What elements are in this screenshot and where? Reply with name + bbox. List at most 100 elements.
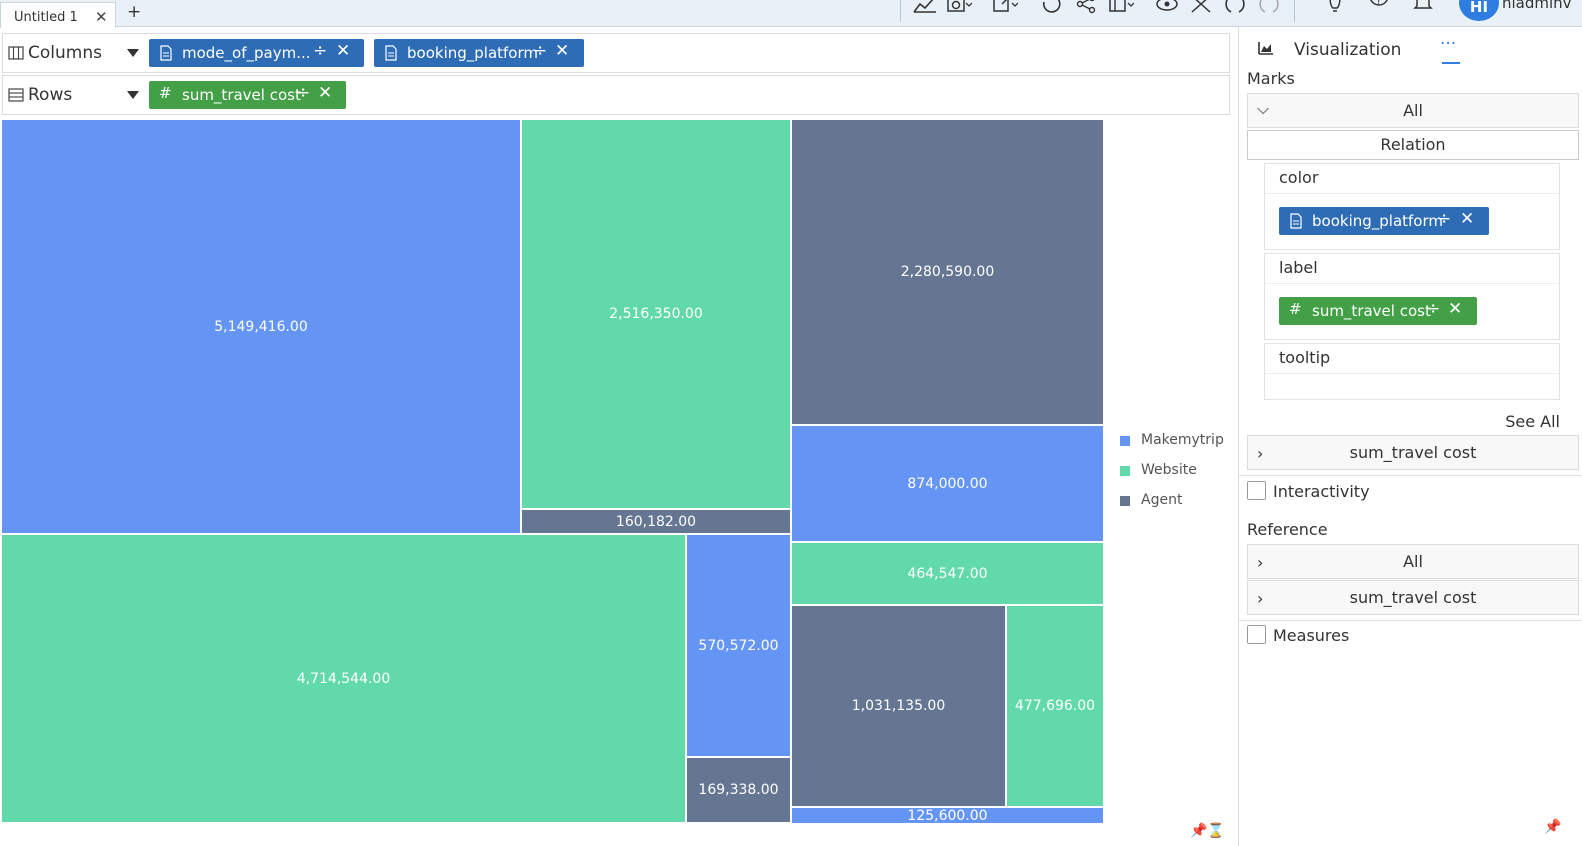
visualization-tab[interactable]: Visualization	[1294, 40, 1401, 60]
tile[interactable]: 477,696.00	[1006, 605, 1104, 807]
reference-all-label: All	[1403, 552, 1423, 571]
area-chart-icon	[1258, 42, 1273, 55]
tile[interactable]: 464,547.00	[791, 542, 1104, 605]
help-icon[interactable]: ?	[1366, 0, 1392, 14]
measures-checkbox[interactable]	[1247, 625, 1266, 644]
color-title: color	[1279, 168, 1319, 187]
remove-pill-icon[interactable]: ✕	[555, 41, 569, 61]
tile[interactable]: 2,516,350.00	[521, 119, 791, 509]
remove-pill-icon[interactable]: ✕	[318, 83, 332, 103]
expand-icon[interactable]	[1188, 0, 1214, 14]
tile-label: 874,000.00	[907, 475, 988, 492]
tooltip-title: tooltip	[1279, 348, 1331, 367]
redo-icon[interactable]	[1256, 0, 1282, 14]
remove-pill-icon[interactable]: ✕	[1460, 209, 1474, 229]
preview-icon[interactable]	[1154, 0, 1180, 14]
tile[interactable]: 169,338.00	[686, 757, 791, 823]
measures-label: Measures	[1273, 626, 1350, 645]
tab-close-icon[interactable]: ✕	[95, 8, 108, 26]
tile-label: 1,031,135.00	[851, 698, 946, 714]
bell-icon[interactable]	[1410, 0, 1436, 14]
color-header: color	[1265, 164, 1559, 194]
toolbar-separator	[900, 0, 901, 22]
marks-title: Marks	[1247, 69, 1295, 88]
line-chart-icon[interactable]	[912, 0, 938, 14]
caret-down-icon[interactable]	[127, 49, 139, 57]
pin-icon[interactable]: 📌	[1544, 819, 1561, 835]
pin-icon[interactable]: 📌	[1190, 823, 1207, 839]
document-icon	[385, 45, 397, 61]
pill-label: booking_platform	[407, 44, 538, 62]
remove-pill-icon[interactable]: ✕	[1448, 299, 1462, 319]
reference-measure-accordion[interactable]: › sum_travel cost	[1247, 580, 1579, 615]
reference-all-accordion[interactable]: › All	[1247, 544, 1579, 579]
caret-down-icon[interactable]	[127, 91, 139, 99]
relation-button[interactable]: Relation	[1247, 130, 1579, 160]
legend-swatch	[1120, 466, 1130, 476]
legend-label: Makemytrip	[1141, 432, 1224, 448]
tooltip-property[interactable]: tooltip	[1264, 343, 1560, 400]
lightbulb-icon[interactable]	[1322, 0, 1348, 14]
see-all-link[interactable]: See All	[1505, 412, 1560, 431]
tile[interactable]: 570,572.00	[686, 534, 791, 757]
marks-all-accordion[interactable]: ⌵ All	[1247, 93, 1579, 128]
add-tab-button[interactable]: +	[127, 2, 141, 22]
interactivity-checkbox[interactable]	[1247, 481, 1266, 500]
share-icon[interactable]	[1074, 0, 1100, 14]
pill-label: booking_platform	[1312, 212, 1443, 230]
column-pill-booking-platform[interactable]: booking_platform ÷ ✕	[374, 39, 584, 67]
camera-icon[interactable]	[946, 0, 973, 14]
pill-label: mode_of_paym...	[182, 44, 311, 62]
tile[interactable]: 160,182.00	[521, 509, 791, 534]
divide-icon[interactable]: ÷	[533, 41, 547, 61]
column-pill-mode-of-payment[interactable]: mode_of_paym... ÷ ✕	[149, 39, 364, 67]
interactivity-label: Interactivity	[1273, 482, 1370, 501]
color-pill-booking-platform[interactable]: booking_platform ÷ ✕	[1279, 207, 1489, 235]
label-pill-sum-travel-cost[interactable]: # sum_travel cost ÷ ✕	[1279, 297, 1477, 325]
reference-title: Reference	[1247, 520, 1328, 539]
columns-icon	[8, 46, 24, 60]
user-menu[interactable]: hiadminv	[1502, 0, 1572, 12]
divide-icon[interactable]: ÷	[1437, 209, 1451, 229]
legend-swatch	[1120, 436, 1130, 446]
hash-icon: #	[159, 84, 172, 102]
tile-label: 160,182.00	[615, 513, 697, 530]
tab-untitled[interactable]: Untitled 1 ✕	[0, 2, 116, 28]
tile-label: 5,149,416.00	[214, 318, 308, 335]
measure-accordion[interactable]: › sum_travel cost	[1247, 435, 1579, 470]
export-icon[interactable]	[992, 0, 1019, 14]
document-icon	[160, 45, 172, 61]
toolbar-separator	[1294, 0, 1295, 22]
tile-label: 169,338.00	[698, 782, 779, 798]
rows-shelf-header[interactable]: Rows	[3, 76, 149, 114]
more-options-tab[interactable]: ···	[1440, 34, 1456, 54]
avatar[interactable]: HI	[1459, 0, 1499, 21]
layout-icon[interactable]	[1108, 0, 1135, 14]
divide-icon[interactable]: ÷	[1426, 299, 1440, 319]
refresh-icon[interactable]	[1040, 0, 1066, 14]
label-property: label # sum_travel cost ÷ ✕	[1264, 253, 1560, 340]
tile[interactable]: 874,000.00	[791, 425, 1104, 542]
undo-icon[interactable]	[1222, 0, 1248, 14]
tile-label: 570,572.00	[698, 637, 779, 654]
tab-title: Untitled 1	[14, 10, 78, 25]
columns-label: Columns	[28, 43, 102, 63]
hash-icon: #	[1289, 300, 1302, 318]
columns-shelf[interactable]: Columns mode_of_paym... ÷ ✕ booking_plat…	[2, 33, 1230, 73]
tile[interactable]: 1,031,135.00	[791, 605, 1006, 807]
divide-icon[interactable]: ÷	[313, 41, 327, 61]
top-bar: Untitled 1 ✕ + ? HI hiadminv	[0, 0, 1582, 28]
tile[interactable]: 2,280,590.00	[791, 119, 1104, 425]
divider	[1239, 475, 1582, 476]
treemap-chart: 5,149,416.00 2,516,350.00 160,182.00 2,2…	[0, 119, 1232, 846]
tile-label: 2,280,590.00	[900, 264, 995, 280]
row-pill-sum-travel-cost[interactable]: # sum_travel cost ÷ ✕	[149, 81, 346, 109]
tooltip-header: tooltip	[1265, 344, 1559, 374]
tile[interactable]: 4,714,544.00	[1, 534, 686, 823]
tile[interactable]: 125,600.00	[791, 807, 1104, 824]
remove-pill-icon[interactable]: ✕	[336, 41, 350, 61]
divide-icon[interactable]: ÷	[296, 83, 310, 103]
columns-shelf-header[interactable]: Columns	[3, 34, 149, 72]
tile[interactable]: 5,149,416.00	[1, 119, 521, 534]
rows-shelf[interactable]: Rows # sum_travel cost ÷ ✕	[2, 75, 1230, 115]
